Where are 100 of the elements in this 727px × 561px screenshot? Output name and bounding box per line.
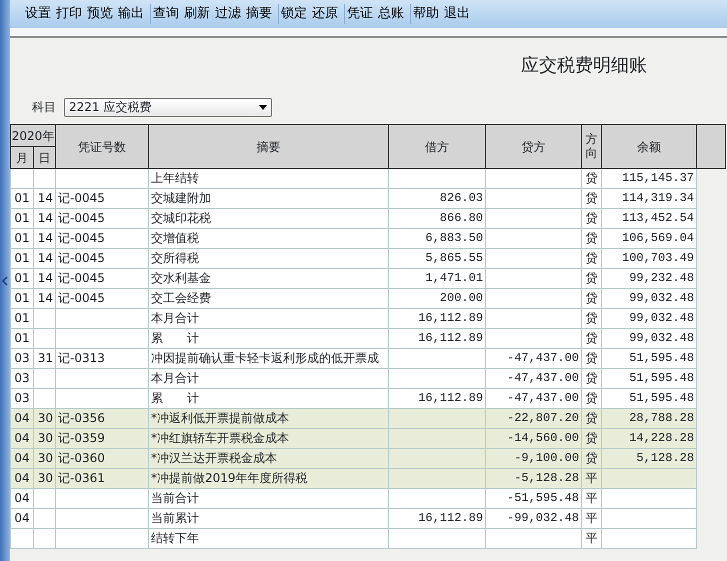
table-cell: 04 (10, 408, 34, 428)
table-cell: 03 (10, 348, 34, 368)
table-cell: 记-0360 (56, 448, 149, 468)
table-cell: 贷 (582, 168, 602, 188)
table-cell: 平 (582, 508, 602, 528)
table-cell: 记-0045 (56, 188, 149, 208)
table-cell: 贷 (582, 408, 602, 428)
table-cell: *冲返利低开票提前做成本 (148, 408, 389, 428)
toolbar-button[interactable]: 退出 (444, 4, 470, 24)
table-cell: -47,437.00 (486, 388, 582, 408)
column-header: 余额 (602, 124, 697, 168)
table-cell: 当前合计 (148, 488, 389, 508)
toolbar-button[interactable]: 锁定 (281, 4, 307, 24)
toolbar-button[interactable]: 输出 (118, 4, 144, 24)
table-cell: 03 (10, 388, 34, 408)
table-cell: 累 计 (148, 388, 389, 408)
table-cell: 记-0359 (56, 428, 149, 448)
table-cell: 99,032.48 (602, 288, 697, 308)
table-cell: 01 (10, 268, 34, 288)
table-cell: 16,112.89 (388, 328, 486, 348)
table-cell: 14 (34, 248, 56, 268)
table-cell: -9,100.00 (486, 448, 582, 468)
table-cell: 14 (34, 288, 56, 308)
dropdown-arrow-icon (259, 104, 267, 110)
table-cell: 14 (34, 268, 56, 288)
header-filler (696, 124, 726, 168)
table-cell: 200.00 (388, 288, 486, 308)
table-cell: 平 (582, 528, 602, 548)
table-cell: 贷 (582, 248, 602, 268)
table-cell: 贷 (582, 308, 602, 328)
toolbar-button[interactable]: 刷新 (184, 4, 210, 24)
toolbar-button[interactable]: 打印 (56, 4, 82, 24)
table-cell: -5,128.28 (486, 468, 582, 488)
table-cell: 上年结转 (148, 168, 389, 188)
table-cell: -51,595.48 (486, 488, 582, 508)
table-cell: 记-0045 (56, 248, 149, 268)
table-cell: 交增值税 (148, 228, 389, 248)
table-cell: 51,595.48 (602, 388, 697, 408)
subject-label: 科目 (32, 99, 56, 116)
table-cell: 30 (34, 428, 56, 448)
table-cell: 16,112.89 (388, 508, 486, 528)
table-cell: 14 (34, 188, 56, 208)
table-cell: 04 (10, 508, 34, 528)
toolbar-button[interactable]: 过滤 (215, 4, 241, 24)
table-cell: 04 (10, 428, 34, 448)
toolbar-button[interactable]: 摘要 (246, 4, 272, 24)
table-cell: 01 (10, 308, 34, 328)
table-cell: 01 (10, 328, 34, 348)
table-cell: 01 (10, 208, 34, 228)
table-cell: 累 计 (148, 328, 389, 348)
table-cell: 6,883.50 (388, 228, 486, 248)
table-cell: 115,145.37 (602, 168, 697, 188)
toolbar-button[interactable]: 凭证 (347, 4, 373, 24)
table-cell: 16,112.89 (388, 388, 486, 408)
table-cell: 30 (34, 408, 56, 428)
toolbar-button[interactable]: 预览 (87, 4, 113, 24)
table-cell: 平 (582, 468, 602, 488)
table-cell: 贷 (582, 328, 602, 348)
table-cell: 贷 (582, 428, 602, 448)
table-cell: 贷 (582, 288, 602, 308)
toolbar-button[interactable]: 还原 (312, 4, 338, 24)
table-cell: 贷 (582, 268, 602, 288)
table-cell: 04 (10, 448, 34, 468)
column-header: 凭证号数 (56, 124, 149, 168)
column-header: 借方 (388, 124, 486, 168)
table-cell: 01 (10, 288, 34, 308)
table-cell: 平 (582, 488, 602, 508)
table-cell: 记-0045 (56, 268, 149, 288)
toolbar-button[interactable]: 设置 (25, 4, 51, 24)
table-cell: 114,319.34 (602, 188, 697, 208)
table-cell: -99,032.48 (486, 508, 582, 528)
table-cell: 03 (10, 368, 34, 388)
toolbar-button[interactable]: 帮助 (413, 4, 439, 24)
table-cell: 贷 (582, 388, 602, 408)
table-cell: 100,703.49 (602, 248, 697, 268)
column-header: 摘要 (148, 124, 389, 168)
table-cell: 贷 (582, 348, 602, 368)
table-cell: 贷 (582, 208, 602, 228)
table-cell: 28,788.28 (602, 408, 697, 428)
table-cell: 51,595.48 (602, 368, 697, 388)
table-cell: 99,032.48 (602, 308, 697, 328)
table-cell: *冲汉兰达开票税金成本 (148, 448, 389, 468)
subject-dropdown[interactable]: 2221 应交税费 (64, 98, 272, 116)
table-cell: 交水利基金 (148, 268, 389, 288)
toolbar-button[interactable]: 查询 (153, 4, 179, 24)
table-cell: 记-0045 (56, 208, 149, 228)
table-cell: 30 (34, 468, 56, 488)
table-cell: 30 (34, 448, 56, 468)
table-cell: 冲因提前确认重卡轻卡返利形成的低开票成 (148, 348, 389, 368)
toolbar-button[interactable]: 总账 (378, 4, 404, 24)
table-cell: 113,452.54 (602, 208, 697, 228)
column-header: 日 (34, 146, 56, 168)
table-cell: 14,228.28 (602, 428, 697, 448)
year-header: 2020年 (10, 124, 56, 146)
table-cell: 04 (10, 488, 34, 508)
table-cell: 记-0045 (56, 288, 149, 308)
table-cell: 99,032.48 (602, 328, 697, 348)
column-header: 贷方 (486, 124, 582, 168)
table-cell: *冲红旗轿车开票税金成本 (148, 428, 389, 448)
table-cell: 贷 (582, 368, 602, 388)
